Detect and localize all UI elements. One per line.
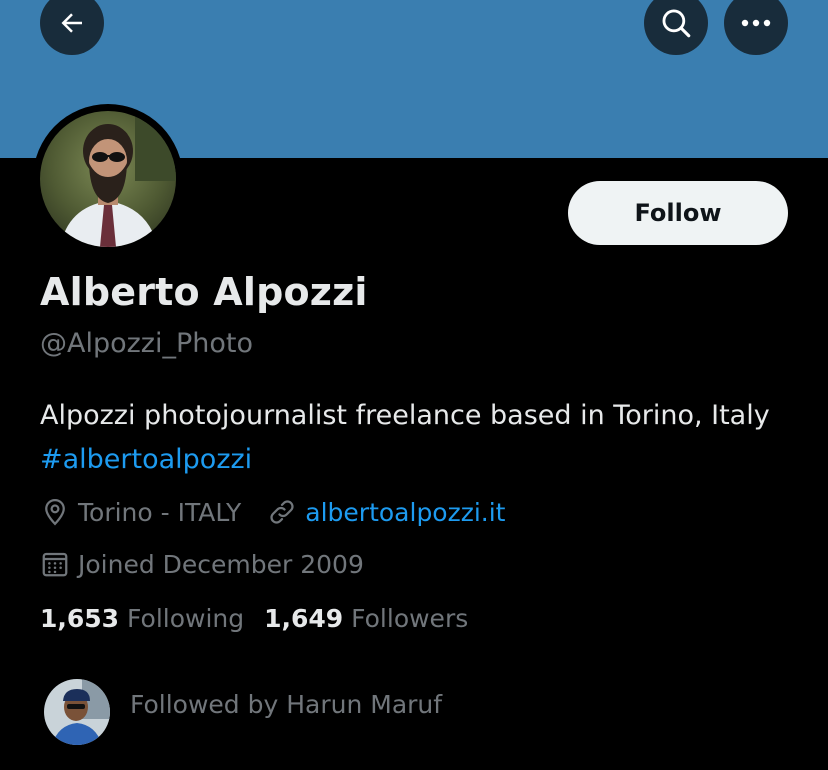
- following-count-link[interactable]: 1,653 Following: [40, 604, 244, 633]
- followers-count: 1,649: [264, 604, 344, 633]
- followed-by-avatar[interactable]: [44, 679, 110, 745]
- profile-bio: Alpozzi photojournalist freelance based …: [40, 394, 800, 482]
- avatar-photo: [40, 111, 176, 247]
- profile-name: Alberto Alpozzi: [40, 270, 368, 314]
- location-pin-icon: [45, 498, 65, 526]
- follow-button[interactable]: Follow: [568, 181, 788, 245]
- profile-handle: @Alpozzi_Photo: [40, 328, 253, 359]
- link-icon: [270, 500, 294, 524]
- location-text: Torino - ITALY: [78, 497, 242, 527]
- joined-row: Joined December 2009: [40, 549, 364, 579]
- followers-count-link[interactable]: 1,649 Followers: [264, 604, 468, 633]
- search-icon: [662, 9, 691, 38]
- following-label: Following: [127, 604, 245, 633]
- following-count: 1,653: [40, 604, 120, 633]
- bio-hashtag-link[interactable]: #albertoalpozzi: [40, 444, 252, 475]
- follow-counts: 1,653 Following 1,649 Followers: [40, 604, 468, 633]
- website-link[interactable]: albertoalpozzi.it: [305, 498, 505, 527]
- calendar-icon: [42, 552, 68, 577]
- profile-avatar[interactable]: [40, 111, 176, 247]
- joined-date-text: Joined December 2009: [78, 549, 364, 579]
- bio-text: Alpozzi photojournalist freelance based …: [40, 400, 770, 431]
- followed-by-photo: [44, 679, 110, 745]
- more-horizontal-icon: [741, 19, 771, 27]
- followers-label: Followers: [351, 604, 469, 633]
- followed-by-text[interactable]: Followed by Harun Maruf: [130, 690, 442, 719]
- location-website-row: Torino - ITALY albertoalpozzi.it: [40, 497, 506, 527]
- arrow-left-icon: [61, 13, 82, 33]
